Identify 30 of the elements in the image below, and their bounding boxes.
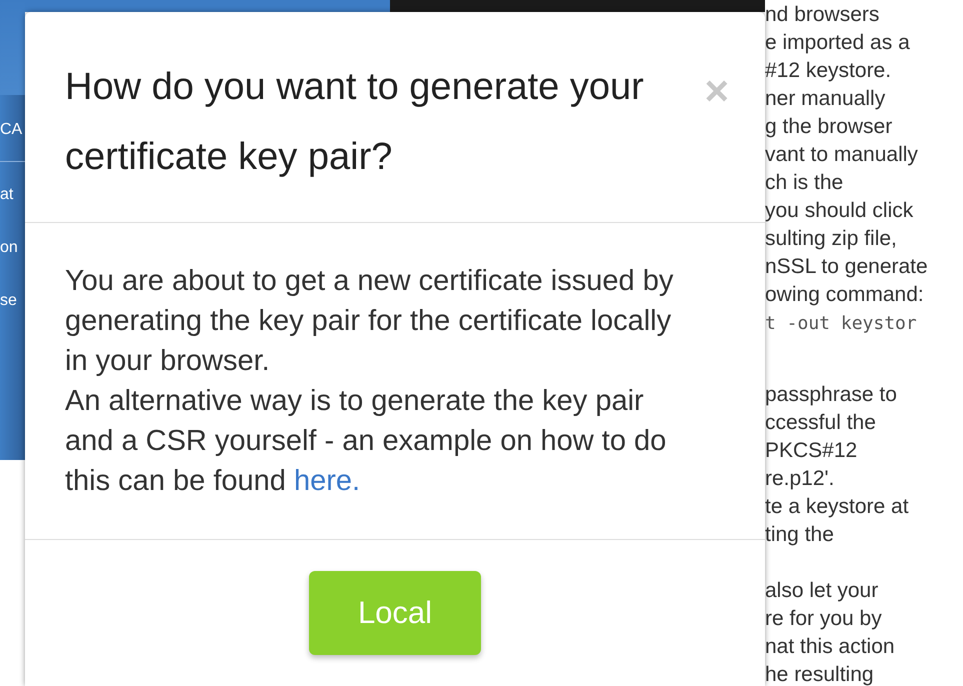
- here-link[interactable]: here.: [294, 465, 360, 497]
- text-line: also let your: [765, 578, 880, 604]
- text-line: re.p12'.: [765, 466, 836, 492]
- text-line: vant to manually: [765, 142, 919, 168]
- text-line: nat this action: [765, 634, 896, 660]
- text-line: ccessful the: [765, 410, 877, 436]
- text-line: e imported as a: [765, 30, 911, 56]
- dialog-title: How do you want to generate your certificate key pair?: [65, 65, 645, 180]
- text-line: you should click: [765, 198, 914, 224]
- dialog-text: You are about to get a new certificate issued by generating the key pair for the certificate locally in your browser.: [65, 264, 674, 379]
- text-line: g the browser: [765, 114, 894, 140]
- dialog-text: An alternative way is to generate the key pair and a CSR yourself - an example on how to do this can be found here.: [65, 384, 668, 499]
- text-line: he resulting: [765, 662, 875, 686]
- text-line: ch is the: [765, 170, 844, 196]
- text-line: nSSL to generate: [765, 254, 929, 280]
- sidebar-item[interactable]: on: [0, 237, 25, 259]
- sidebar-item[interactable]: at: [0, 184, 25, 206]
- text-line: nd browsers: [765, 2, 880, 28]
- text-line: PKCS#12: [765, 438, 858, 464]
- text-line: passphrase to: [765, 382, 898, 408]
- code-line: t -out keystor: [765, 312, 918, 336]
- text-line: ner manually: [765, 86, 886, 112]
- text-line: te a keystore at: [765, 494, 910, 520]
- text-line: ting the: [765, 522, 835, 548]
- text-line: #12 keystore.: [765, 58, 892, 84]
- text-line: re for you by: [765, 606, 883, 632]
- sidebar-item[interactable]: CA: [0, 119, 25, 141]
- text-line: owing command:: [765, 282, 925, 308]
- sidebar-item[interactable]: se: [0, 290, 25, 312]
- text-line: sulting zip file,: [765, 226, 898, 252]
